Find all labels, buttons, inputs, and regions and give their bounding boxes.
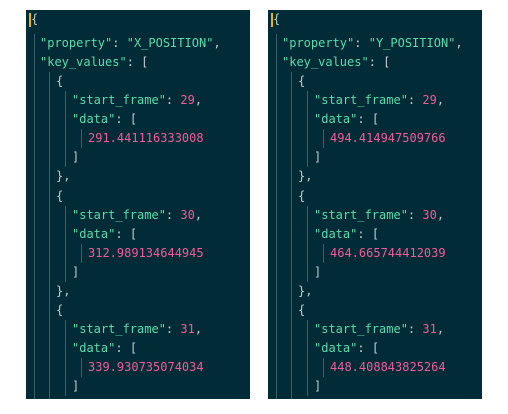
code-line: }, — [56, 284, 71, 298]
code-line: "start_frame": 29, — [314, 93, 445, 107]
code-line: 312.989134644945 — [26, 244, 250, 263]
property-value: "Y_POSITION" — [368, 36, 456, 50]
data-value: 291.441116333008 — [88, 131, 204, 145]
code-line: "start_frame": 31, — [72, 322, 203, 336]
code-line: { — [56, 303, 64, 317]
code-line: "data": [ — [314, 112, 380, 126]
code-line: ] — [314, 265, 322, 279]
code-line: "key_values": [ — [40, 55, 149, 69]
data-value: 494.414947509766 — [330, 131, 446, 145]
code-line: "data": [ — [314, 227, 380, 241]
code-line: "start_frame": 31, — [314, 322, 445, 336]
code-line: 448.408843825264 — [268, 358, 482, 377]
code-line: 464.665744412039 — [268, 244, 482, 263]
code-line: ] — [72, 379, 80, 393]
code-line: "data": [ — [72, 341, 138, 355]
data-value: 464.665744412039 — [330, 246, 446, 260]
code-line: ] — [72, 265, 80, 279]
code-line: 339.930735074034 — [26, 358, 250, 377]
start-frame-value: 30 — [422, 208, 437, 222]
code-line: }, — [298, 169, 313, 183]
code-line: { — [298, 303, 306, 317]
start-frame-value: 30 — [180, 208, 195, 222]
code-line: }, — [26, 396, 250, 399]
code-line: { — [31, 12, 39, 26]
code-line: "data": [ — [72, 227, 138, 241]
data-value: 448.408843825264 — [330, 360, 446, 374]
code-line: ] — [314, 150, 322, 164]
code-line: "data": [ — [72, 112, 138, 126]
start-frame-value: 29 — [180, 93, 195, 107]
code-line: "data": [ — [314, 341, 380, 355]
code-line: "property": "X_POSITION", — [40, 36, 221, 50]
code-line: { — [56, 74, 64, 88]
code-line: { — [273, 12, 281, 26]
code-line: { — [298, 74, 306, 88]
code-line: "property": "Y_POSITION", — [282, 36, 463, 50]
start-frame-value: 31 — [422, 322, 437, 336]
code-line: ] — [72, 150, 80, 164]
code-line: "key_values": [ — [282, 55, 391, 69]
code-line: }, — [268, 396, 482, 399]
code-line: 291.441116333008 — [26, 129, 250, 148]
code-line: "start_frame": 30, — [72, 208, 203, 222]
property-value: "X_POSITION" — [126, 36, 214, 50]
data-value: 339.930735074034 — [88, 360, 204, 374]
start-frame-value: 31 — [180, 322, 195, 336]
json-editor-panel-y-position[interactable]: { "property": "Y_POSITION", "key_values"… — [268, 10, 482, 399]
code-line: { — [56, 189, 64, 203]
code-line: }, — [298, 284, 313, 298]
code-line: { — [298, 189, 306, 203]
code-line: 494.414947509766 — [268, 129, 482, 148]
code-line: }, — [56, 169, 71, 183]
code-line: "start_frame": 29, — [72, 93, 203, 107]
json-editor-panel-x-position[interactable]: { "property": "X_POSITION", "key_values"… — [26, 10, 250, 399]
code-line: ] — [314, 379, 322, 393]
data-value: 312.989134644945 — [88, 246, 204, 260]
code-line: "start_frame": 30, — [314, 208, 445, 222]
start-frame-value: 29 — [422, 93, 437, 107]
